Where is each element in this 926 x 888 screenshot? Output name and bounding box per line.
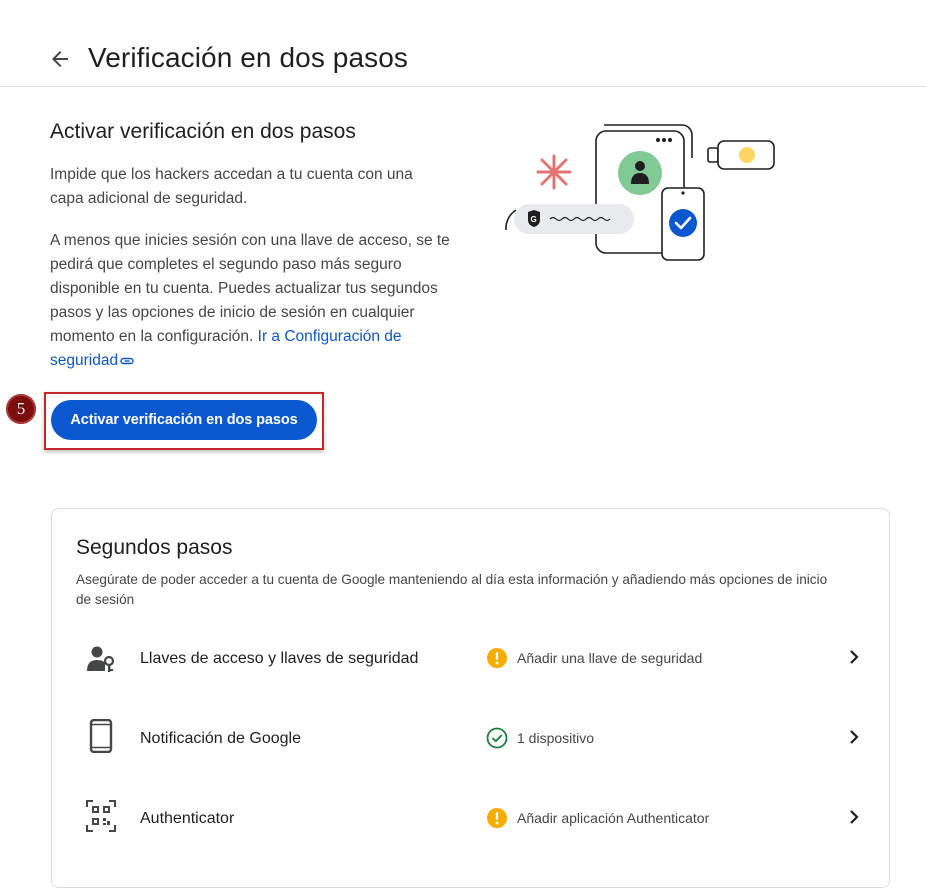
step-number-badge: 5	[6, 394, 36, 424]
second-step-row-authenticator[interactable]: Authenticator Añadir aplicación Authenti…	[52, 799, 889, 881]
qr-code-icon	[86, 799, 116, 833]
activate-two-step-button[interactable]: Activar verificación en dos pasos	[51, 400, 317, 440]
second-steps-title: Segundos pasos	[76, 536, 233, 559]
second-step-label: Authenticator	[140, 810, 235, 827]
page-header: Verificación en dos pasos	[0, 0, 926, 87]
intro-description: Impide que los hackers accedan a tu cuen…	[50, 166, 413, 207]
chevron-right-icon	[847, 809, 861, 825]
back-arrow-icon[interactable]	[48, 47, 72, 71]
intro-details: A menos que inicies sesión con una llave…	[50, 229, 455, 374]
page-title: Verificación en dos pasos	[88, 42, 409, 73]
second-step-status: Añadir una llave de seguridad	[517, 650, 703, 666]
warning-icon	[486, 647, 508, 669]
second-step-status: 1 dispositivo	[517, 730, 595, 746]
second-steps-description: Asegúrate de poder acceder a tu cuenta d…	[76, 572, 828, 607]
section-title: Activar verificación en dos pasos	[50, 120, 356, 143]
warning-icon	[486, 807, 508, 829]
passkey-icon	[86, 641, 116, 675]
svg-text:G: G	[531, 215, 537, 224]
second-step-status: Añadir aplicación Authenticator	[517, 810, 710, 826]
second-step-row-google-prompt[interactable]: Notificación de Google 1 dispositivo	[52, 718, 889, 801]
second-steps-card: Segundos pasos Asegúrate de poder accede…	[51, 508, 890, 888]
chevron-right-icon	[847, 649, 861, 665]
second-step-label: Llaves de acceso y llaves de seguridad	[140, 650, 419, 667]
second-step-row-passkeys[interactable]: Llaves de acceso y llaves de seguridad A…	[52, 641, 889, 721]
two-step-illustration: G	[500, 118, 790, 273]
second-step-label: Notificación de Google	[140, 730, 301, 747]
phone-icon	[86, 718, 116, 754]
chevron-right-icon	[847, 729, 861, 745]
check-circle-icon	[486, 727, 508, 749]
link-icon	[120, 350, 134, 374]
